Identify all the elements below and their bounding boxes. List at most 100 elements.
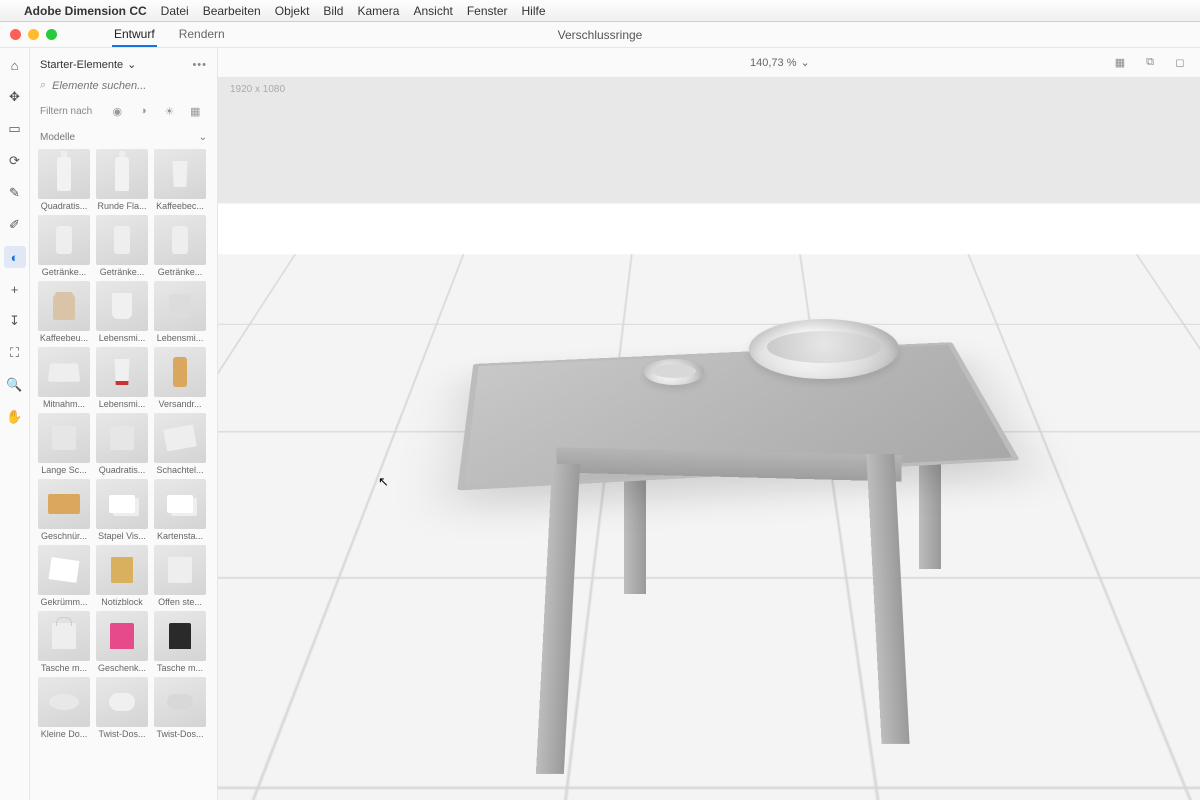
- asset-thumb: [154, 413, 206, 463]
- menu-fenster[interactable]: Fenster: [467, 4, 508, 18]
- tool-orbit[interactable]: ⟳: [4, 150, 26, 172]
- asset-label: Geschenk...: [96, 663, 148, 673]
- asset-thumb: [38, 347, 90, 397]
- tool-eyedropper[interactable]: ✐: [4, 214, 26, 236]
- asset-item[interactable]: Lebensmi...: [154, 281, 206, 343]
- filter-images-icon[interactable]: ▦: [188, 104, 202, 118]
- panel-more-button[interactable]: •••: [192, 59, 207, 71]
- menu-bild[interactable]: Bild: [323, 4, 343, 18]
- panel-title-dropdown[interactable]: Starter-Elemente ⌄: [40, 58, 136, 71]
- asset-label: Offen ste...: [154, 597, 206, 607]
- asset-item[interactable]: Kartensta...: [154, 479, 206, 541]
- view-grid-icon[interactable]: ▦: [1112, 55, 1128, 71]
- asset-label: Runde Fla...: [96, 201, 148, 211]
- tool-perspective[interactable]: ⛶: [4, 342, 26, 364]
- tool-bucket[interactable]: ◐: [4, 246, 26, 268]
- table-model[interactable]: [429, 219, 989, 699]
- bowl-large[interactable]: [749, 319, 899, 379]
- section-header[interactable]: Modelle ⌄: [30, 128, 217, 149]
- window-maximize[interactable]: [46, 29, 57, 40]
- filter-lights-icon[interactable]: ☀: [162, 104, 176, 118]
- asset-thumb: [154, 677, 206, 727]
- menu-ansicht[interactable]: Ansicht: [413, 4, 452, 18]
- asset-item[interactable]: Kaffeebeu...: [38, 281, 90, 343]
- asset-item[interactable]: Mitnahm...: [38, 347, 90, 409]
- menu-bearbeiten[interactable]: Bearbeiten: [203, 4, 261, 18]
- tool-select-rect[interactable]: ▭: [4, 118, 26, 140]
- asset-thumb: [96, 479, 148, 529]
- tool-zoom[interactable]: 🔍: [4, 374, 26, 396]
- tool-rail: ⌂ ✥ ▭ ⟳ ✎ ✐ ◐ + ↧ ⛶ 🔍 ✋: [0, 48, 30, 800]
- asset-item[interactable]: Twist-Dos...: [154, 677, 206, 739]
- asset-item[interactable]: Getränke...: [96, 215, 148, 277]
- window-close[interactable]: [10, 29, 21, 40]
- asset-item[interactable]: Lebensmi...: [96, 281, 148, 343]
- asset-item[interactable]: Lebensmi...: [96, 347, 148, 409]
- canvas-resolution: 1920 x 1080: [230, 84, 285, 95]
- filter-materials-icon[interactable]: ◑: [136, 104, 150, 118]
- asset-item[interactable]: Getränke...: [154, 215, 206, 277]
- asset-label: Tasche m...: [38, 663, 90, 673]
- tool-home[interactable]: ⌂: [4, 54, 26, 76]
- asset-label: Tasche m...: [154, 663, 206, 673]
- asset-item[interactable]: Lange Sc...: [38, 413, 90, 475]
- asset-item[interactable]: Twist-Dos...: [96, 677, 148, 739]
- asset-item[interactable]: Gekrümm...: [38, 545, 90, 607]
- asset-item[interactable]: Tasche m...: [154, 611, 206, 673]
- asset-item[interactable]: Schachtel...: [154, 413, 206, 475]
- asset-item[interactable]: Geschnür...: [38, 479, 90, 541]
- asset-grid[interactable]: Quadratis... Runde Fla... Kaffeebec... Getr…: [30, 149, 217, 800]
- asset-item[interactable]: Getränke...: [38, 215, 90, 277]
- asset-item[interactable]: Tasche m...: [38, 611, 90, 673]
- app-name[interactable]: Adobe Dimension CC: [24, 4, 147, 18]
- asset-label: Kleine Do...: [38, 729, 90, 739]
- zoom-value: 140,73 %: [750, 57, 796, 69]
- asset-thumb: [38, 413, 90, 463]
- asset-item[interactable]: Notizblock: [96, 545, 148, 607]
- tool-hand[interactable]: ✋: [4, 406, 26, 428]
- asset-item[interactable]: Runde Fla...: [96, 149, 148, 211]
- asset-item[interactable]: Offen ste...: [154, 545, 206, 607]
- asset-label: Kartensta...: [154, 531, 206, 541]
- menu-objekt[interactable]: Objekt: [275, 4, 310, 18]
- tab-entwurf[interactable]: Entwurf: [112, 22, 157, 47]
- asset-item[interactable]: Geschenk...: [96, 611, 148, 673]
- asset-item[interactable]: Stapel Vis...: [96, 479, 148, 541]
- filter-models-icon[interactable]: ◉: [110, 104, 124, 118]
- asset-thumb: [154, 149, 206, 199]
- zoom-dropdown[interactable]: 140,73 % ⌄: [750, 56, 810, 69]
- mode-tabs: Entwurf Rendern: [112, 22, 227, 47]
- menu-hilfe[interactable]: Hilfe: [522, 4, 546, 18]
- menu-kamera[interactable]: Kamera: [357, 4, 399, 18]
- search-input[interactable]: [52, 80, 207, 92]
- asset-label: Geschnür...: [38, 531, 90, 541]
- viewport[interactable]: 1920 x 1080 ↖: [218, 78, 1200, 800]
- filter-label: Filtern nach: [40, 106, 92, 117]
- window-minimize[interactable]: [28, 29, 39, 40]
- asset-item[interactable]: Kleine Do...: [38, 677, 90, 739]
- asset-item[interactable]: Quadratis...: [96, 413, 148, 475]
- asset-label: Mitnahm...: [38, 399, 90, 409]
- asset-item[interactable]: Kaffeebec...: [154, 149, 206, 211]
- asset-thumb: [96, 611, 148, 661]
- asset-label: Getränke...: [154, 267, 206, 277]
- canvas-toolbar: 140,73 % ⌄ ▦ ⧉ ◻: [218, 48, 1200, 78]
- tool-move[interactable]: ✥: [4, 86, 26, 108]
- search-icon: ⌕: [40, 79, 46, 92]
- asset-thumb: [96, 149, 148, 199]
- tab-rendern[interactable]: Rendern: [177, 22, 227, 47]
- asset-item[interactable]: Versandr...: [154, 347, 206, 409]
- asset-item[interactable]: Quadratis...: [38, 149, 90, 211]
- asset-thumb: [38, 545, 90, 595]
- asset-label: Lange Sc...: [38, 465, 90, 475]
- view-render-icon[interactable]: ◻: [1172, 55, 1188, 71]
- asset-label: Getränke...: [96, 267, 148, 277]
- section-label: Modelle: [40, 132, 75, 143]
- tool-wand[interactable]: ✎: [4, 182, 26, 204]
- bowl-small[interactable]: [644, 359, 704, 385]
- view-split-icon[interactable]: ⧉: [1142, 55, 1158, 71]
- tool-align-floor[interactable]: ↧: [4, 310, 26, 332]
- tool-add[interactable]: +: [4, 278, 26, 300]
- menu-datei[interactable]: Datei: [161, 4, 189, 18]
- asset-thumb: [154, 545, 206, 595]
